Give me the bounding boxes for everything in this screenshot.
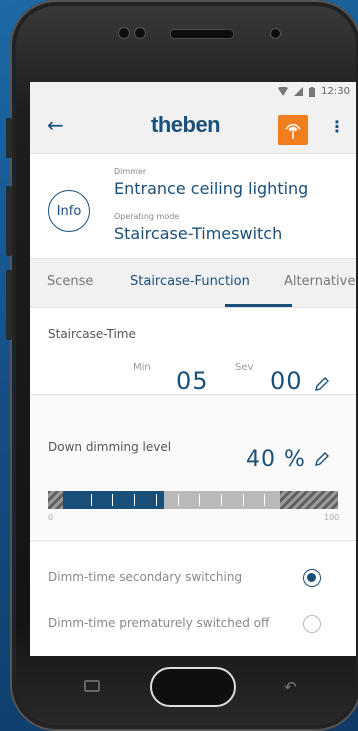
slider-tick <box>156 494 157 506</box>
battery-icon <box>309 86 316 97</box>
slider-fill <box>63 491 164 509</box>
edit-time-icon[interactable] <box>314 376 330 392</box>
slider-tick <box>112 494 113 506</box>
rear-sensor <box>270 28 281 39</box>
slider-tick <box>134 494 135 506</box>
wifi-icon <box>278 87 289 96</box>
slider-min-zone <box>48 491 63 509</box>
slider-track <box>164 491 280 509</box>
side-button <box>6 186 12 256</box>
minutes-value: 05 <box>176 367 209 395</box>
home-button[interactable] <box>150 667 236 707</box>
minutes-unit: Min <box>133 362 151 373</box>
edit-dimming-icon[interactable] <box>314 451 330 467</box>
slider-tick <box>243 494 244 506</box>
dimming-level-slider[interactable] <box>48 491 338 509</box>
operating-mode: Staircase-Timeswitch <box>114 224 283 243</box>
info-label: Info <box>56 203 82 219</box>
device-name: Entrance ceiling lighting <box>114 179 309 198</box>
slider-tick <box>178 494 179 506</box>
radio-premature-off[interactable] <box>303 615 321 633</box>
down-dimming-label: Down dimming level <box>48 440 172 454</box>
status-bar: 12:30 <box>30 82 356 101</box>
down-dimming-value: 40 % <box>246 447 306 472</box>
app-screen: 12:30 ← theben ⋮ Info Dimmer Entrance ce… <box>30 82 356 656</box>
dimming-section <box>30 395 356 539</box>
slider-max-zone <box>280 491 338 509</box>
tab-staircase-function[interactable]: Staircase-Function <box>130 274 250 289</box>
radio-label-premature-off: Dimm-time prematurely switched off <box>48 616 270 630</box>
device-header: Info Dimmer Entrance ceiling lighting Op… <box>30 154 356 259</box>
info-button[interactable]: Info <box>48 190 90 232</box>
active-tab-indicator <box>225 304 292 307</box>
recent-apps-icon[interactable] <box>84 680 100 692</box>
status-time: 12:30 <box>321 86 350 97</box>
seconds-unit: Sev <box>235 362 254 373</box>
speaker-grill <box>170 29 234 39</box>
divider <box>30 540 356 541</box>
tab-scense[interactable]: Scense <box>47 274 93 289</box>
brand-logo: theben <box>151 112 221 137</box>
back-nav-icon[interactable]: ↶ <box>284 678 297 696</box>
scale-max: 100 <box>324 513 340 522</box>
app-bar: ← theben ⋮ <box>30 101 356 154</box>
antenna-icon <box>285 123 301 139</box>
tab-alternative[interactable]: Alternative <box>284 274 355 289</box>
side-button <box>6 270 12 340</box>
signal-icon <box>294 87 304 96</box>
slider-tick <box>199 494 200 506</box>
slider-tick <box>264 494 265 506</box>
proximity-sensor <box>134 27 146 39</box>
mode-label: Operating mode <box>114 212 180 221</box>
scale-min: 0 <box>48 513 54 522</box>
radio-label-secondary-switching: Dimm-time secondary switching <box>48 570 243 584</box>
front-camera <box>118 27 130 39</box>
slider-tick <box>91 494 92 506</box>
side-button <box>6 118 12 158</box>
connection-button[interactable] <box>278 115 308 145</box>
radio-secondary-switching[interactable] <box>303 569 321 587</box>
slider-tick <box>221 494 222 506</box>
more-vert-icon[interactable]: ⋮ <box>329 117 345 136</box>
device-type-label: Dimmer <box>114 167 147 176</box>
arrow-left-icon[interactable]: ← <box>47 113 64 137</box>
seconds-value: 00 <box>270 367 303 395</box>
staircase-time-label: Staircase-Time <box>48 327 136 341</box>
tab-bar: Scense Staircase-Function Alternative <box>30 259 356 308</box>
